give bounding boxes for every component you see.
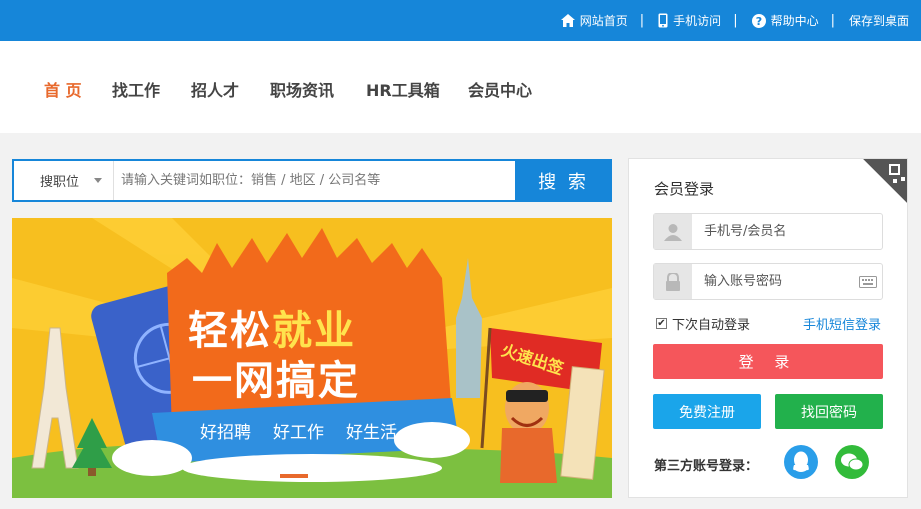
qr-code-icon[interactable] bbox=[863, 159, 907, 203]
help-link[interactable]: ? 帮助中心 bbox=[751, 12, 819, 29]
svg-text:?: ? bbox=[755, 15, 761, 28]
lock-icon bbox=[654, 264, 692, 299]
help-link-label: 帮助中心 bbox=[770, 14, 819, 28]
chevron-down-icon bbox=[94, 178, 102, 183]
top-links: 网站首页 | 手机访问 | ? 帮助中心 | 保存到桌面 bbox=[560, 0, 909, 41]
nav-item-home[interactable]: 首 页 bbox=[44, 77, 82, 101]
login-button[interactable]: 登 录 bbox=[653, 344, 883, 379]
nav-item-member[interactable]: 会员中心 bbox=[468, 77, 532, 101]
banner-headline-2: 一网搞定 bbox=[192, 358, 360, 404]
checkbox-checked-icon: ✔ bbox=[656, 317, 667, 329]
top-bar: 网站首页 | 手机访问 | ? 帮助中心 | 保存到桌面 bbox=[0, 0, 921, 41]
username-field bbox=[653, 213, 883, 250]
mobile-icon bbox=[658, 13, 668, 28]
login-panel: 会员登录 ✔ 下次自动登录 手机短信登录 登 录 免费注册 找回密码 第三方账号… bbox=[628, 158, 908, 498]
home-icon bbox=[560, 14, 575, 27]
third-party-label: 第三方账号登录： bbox=[654, 459, 759, 474]
mobile-link[interactable]: 手机访问 bbox=[658, 12, 721, 29]
keyboard-icon[interactable] bbox=[859, 276, 877, 288]
sms-login-link[interactable]: 手机短信登录 bbox=[803, 314, 881, 333]
nav-item-jobs[interactable]: 找工作 bbox=[112, 77, 160, 101]
mobile-link-label: 手机访问 bbox=[673, 14, 722, 28]
login-title: 会员登录 bbox=[654, 180, 715, 198]
recover-password-button[interactable]: 找回密码 bbox=[775, 394, 883, 429]
username-input[interactable] bbox=[692, 214, 842, 249]
search-button[interactable]: 搜 索 bbox=[515, 159, 612, 202]
search-category-select[interactable]: 搜职位 bbox=[14, 161, 114, 200]
password-input[interactable] bbox=[692, 264, 842, 299]
search-category-label: 搜职位 bbox=[40, 175, 80, 190]
nav-item-news[interactable]: 职场资讯 bbox=[270, 77, 334, 101]
save-desktop-label: 保存到桌面 bbox=[848, 14, 909, 28]
remember-checkbox[interactable]: ✔ 下次自动登录 bbox=[656, 314, 750, 333]
banner-tag: 好工作 bbox=[273, 423, 324, 443]
wechat-login-icon[interactable] bbox=[835, 445, 869, 479]
banner-tag: 好生活 bbox=[346, 423, 397, 443]
promo-banner[interactable]: 轻松就业 一网搞定 好招聘 好工作 好生活 火速出签 bbox=[12, 218, 612, 498]
nav-item-talent[interactable]: 招人才 bbox=[191, 77, 239, 101]
nav-item-hr-tools[interactable]: HR工具箱 bbox=[366, 77, 440, 101]
save-desktop-link[interactable]: 保存到桌面 bbox=[849, 12, 909, 29]
separator: | bbox=[639, 13, 645, 28]
banner-tag: 好招聘 bbox=[200, 423, 251, 443]
home-link[interactable]: 网站首页 bbox=[560, 12, 628, 29]
separator: | bbox=[830, 13, 835, 28]
separator: | bbox=[733, 13, 738, 28]
home-link-label: 网站首页 bbox=[579, 14, 628, 28]
search-bar: 搜职位 搜 索 bbox=[12, 159, 612, 202]
main-nav: 首 页 找工作 招人才 职场资讯 HR工具箱 会员中心 bbox=[0, 41, 921, 133]
qq-login-icon[interactable] bbox=[784, 445, 818, 479]
help-icon: ? bbox=[751, 13, 766, 28]
remember-label: 下次自动登录 bbox=[672, 318, 751, 333]
user-icon bbox=[654, 214, 692, 249]
search-input[interactable] bbox=[115, 161, 515, 200]
banner-tags: 好招聘 好工作 好生活 bbox=[200, 418, 397, 443]
password-field bbox=[653, 263, 883, 300]
register-button[interactable]: 免费注册 bbox=[653, 394, 761, 429]
